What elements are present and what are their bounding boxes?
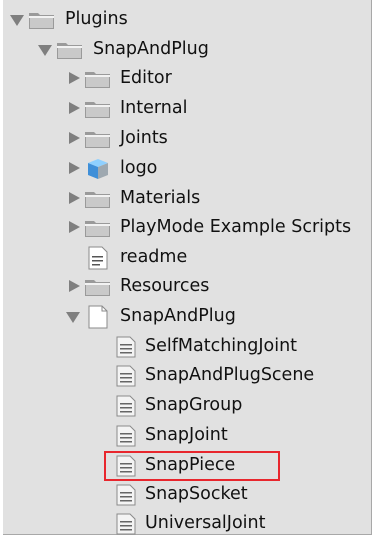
folder-icon — [56, 39, 84, 61]
tree-item-label: SnapAndPlugScene — [145, 365, 315, 385]
tree-item-label: logo — [120, 158, 158, 178]
text-file-icon — [87, 246, 109, 270]
tree-item-editor[interactable]: Editor — [3, 64, 371, 93]
folder-icon — [84, 217, 112, 239]
tree-item-label: Resources — [120, 276, 210, 296]
tree-item-materials[interactable]: Materials — [3, 184, 371, 213]
tree-item-label: SnapAndPlug — [120, 306, 236, 326]
tree-item-snapandplug-folder[interactable]: SnapAndPlug — [3, 35, 371, 64]
tree-item-universaljoint[interactable]: UniversalJoint — [3, 509, 371, 538]
collapsed-arrow-icon[interactable] — [69, 102, 80, 114]
script-icon — [116, 484, 136, 506]
collapsed-arrow-icon[interactable] — [69, 192, 80, 204]
tree-item-snapandplug-asset[interactable]: SnapAndPlug — [3, 302, 371, 331]
folder-icon — [84, 188, 112, 210]
blank-file-icon — [87, 305, 109, 329]
script-icon — [116, 365, 136, 387]
expand-arrow-icon[interactable] — [66, 312, 80, 323]
folder-icon — [28, 9, 56, 31]
tree-item-internal[interactable]: Internal — [3, 94, 371, 123]
tree-item-snapandplugscene[interactable]: SnapAndPlugScene — [3, 361, 371, 390]
tree-item-snapgroup[interactable]: SnapGroup — [3, 391, 371, 420]
expand-arrow-icon[interactable] — [10, 15, 24, 26]
tree-item-plugins[interactable]: Plugins — [3, 5, 371, 34]
tree-item-readme[interactable]: readme — [3, 243, 371, 272]
script-icon — [116, 425, 136, 447]
tree-item-label: Editor — [120, 68, 172, 88]
tree-item-logo[interactable]: logo — [3, 154, 371, 183]
collapsed-arrow-icon[interactable] — [69, 162, 80, 174]
folder-icon — [84, 98, 112, 120]
tree-item-snapsocket[interactable]: SnapSocket — [3, 480, 371, 509]
folder-icon — [84, 68, 112, 90]
script-icon — [116, 395, 136, 417]
tree-item-joints[interactable]: Joints — [3, 124, 371, 153]
script-icon — [116, 513, 136, 535]
collapsed-arrow-icon[interactable] — [69, 280, 80, 292]
collapsed-arrow-icon[interactable] — [69, 221, 80, 233]
collapsed-arrow-icon[interactable] — [69, 132, 80, 144]
tree-item-resources[interactable]: Resources — [3, 272, 371, 301]
tree-item-label: Internal — [120, 98, 188, 118]
folder-icon — [84, 128, 112, 150]
tree-item-label: PlayMode Example Scripts — [120, 217, 352, 237]
tree-item-label: Plugins — [65, 9, 128, 29]
tree-item-label: SnapGroup — [145, 395, 243, 415]
expand-arrow-icon[interactable] — [38, 45, 52, 56]
project-tree-panel: Plugins SnapAndPlug Editor Internal Join… — [3, 0, 372, 535]
tree-item-playmode-example-scripts[interactable]: PlayMode Example Scripts — [3, 213, 371, 242]
tree-item-label: Joints — [120, 128, 168, 148]
script-icon — [116, 336, 136, 358]
highlight-box — [104, 451, 280, 481]
cube-icon — [87, 158, 115, 180]
folder-icon — [84, 276, 112, 298]
collapsed-arrow-icon[interactable] — [69, 72, 80, 84]
tree-item-selfmatchingjoint[interactable]: SelfMatchingJoint — [3, 332, 371, 361]
tree-item-snapjoint[interactable]: SnapJoint — [3, 421, 371, 450]
tree-item-label: SnapJoint — [145, 425, 228, 445]
tree-item-label: SnapSocket — [145, 484, 248, 504]
tree-item-label: SelfMatchingJoint — [145, 336, 298, 356]
tree-item-label: UniversalJoint — [145, 513, 266, 533]
tree-item-label: readme — [120, 247, 188, 267]
tree-item-label: SnapAndPlug — [93, 39, 209, 59]
tree-item-label: Materials — [120, 188, 201, 208]
